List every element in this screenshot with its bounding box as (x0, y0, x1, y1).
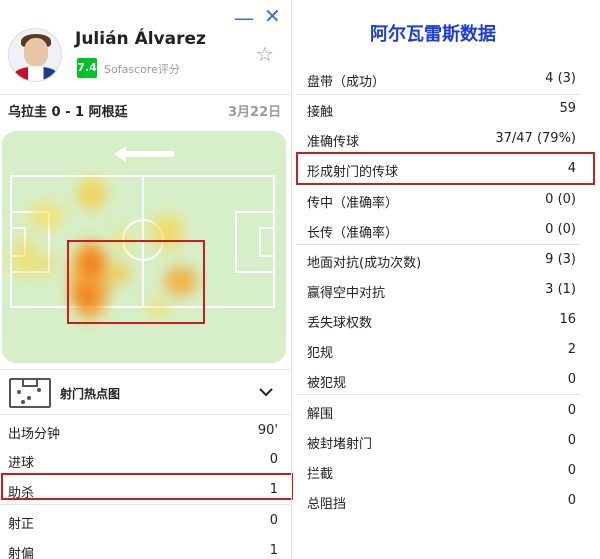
stat-value-touches: 59 (559, 101, 576, 116)
stat-value-accurate-passes: 37/47 (79%) (495, 131, 576, 146)
stat-value-clearances: 0 (567, 403, 576, 418)
rating-source: Sofascore评分 (104, 63, 180, 76)
close-icon[interactable]: ✕ (264, 6, 281, 26)
shot-map-toggle[interactable] (0, 370, 290, 414)
stat-value-ground-duels: 9 (3) (545, 252, 576, 267)
heatmap-highlight (67, 240, 205, 324)
match-date: 3月22日 (228, 105, 282, 120)
stat-value-minutes: 90' (257, 423, 278, 438)
stats-panel-title: 阿尔瓦雷斯数据 (370, 24, 496, 45)
stat-label-shots-off-target: 射偏 (8, 547, 35, 559)
stat-label-crosses: 传中（准确率） (307, 196, 399, 211)
stat-label-fouls: 犯规 (307, 346, 334, 361)
arrow-left-icon (114, 146, 174, 162)
stat-value-crosses: 0 (0) (545, 192, 576, 207)
stat-label-total-blocks: 总阻挡 (307, 497, 347, 512)
stat-label-interceptions: 拦截 (307, 467, 334, 482)
minimize-icon[interactable]: — (234, 8, 254, 28)
stat-value-fouls: 2 (567, 342, 576, 357)
stat-value-interceptions: 0 (567, 463, 576, 478)
stat-label-aerial-duels: 赢得空中对抗 (307, 286, 386, 301)
player-name: Julián Álvarez (75, 29, 206, 49)
stat-label-clearances: 解围 (307, 407, 334, 422)
stat-label-goals: 进球 (8, 456, 35, 471)
stat-value-shots-off-target: 1 (269, 543, 278, 558)
stat-label-blocked-shots: 被封堵射门 (307, 437, 373, 452)
player-card: Julián Álvarez 7.4 Sofascore评分 — ✕ ☆ 乌拉圭… (0, 0, 293, 559)
stat-value-dribbles: 4 (3) (545, 71, 576, 86)
stat-label-dribbles: 盘带（成功） (307, 75, 386, 90)
stat-value-aerial-duels: 3 (1) (545, 282, 576, 297)
star-icon[interactable]: ☆ (256, 44, 274, 64)
stat-value-long-balls: 0 (0) (545, 222, 576, 237)
stat-value-was-fouled: 0 (567, 372, 576, 387)
key-passes-highlight (296, 152, 595, 185)
stat-label-accurate-passes: 准确传球 (307, 135, 360, 150)
stat-label-minutes: 出场分钟 (8, 427, 61, 442)
stat-value-shots-on-target: 0 (269, 513, 278, 528)
stat-label-touches: 接触 (307, 105, 334, 120)
stat-value-goals: 0 (269, 452, 278, 467)
stat-label-ground-duels: 地面对抗(成功次数) (307, 256, 422, 271)
stat-label-possession-lost: 丢失球权数 (307, 316, 373, 331)
stat-label-shots-on-target: 射正 (8, 517, 35, 532)
stat-value-blocked-shots: 0 (567, 433, 576, 448)
stat-label-was-fouled: 被犯规 (307, 376, 347, 391)
stat-value-possession-lost: 16 (559, 312, 576, 327)
stat-value-total-blocks: 0 (567, 493, 576, 508)
stat-label-long-balls: 长传（准确率） (307, 226, 399, 241)
rating-badge: 7.4 (77, 58, 97, 78)
match-result[interactable]: 乌拉圭 0 - 1 阿根廷 (8, 101, 128, 120)
assists-highlight (1, 473, 293, 500)
player-avatar (8, 28, 62, 82)
